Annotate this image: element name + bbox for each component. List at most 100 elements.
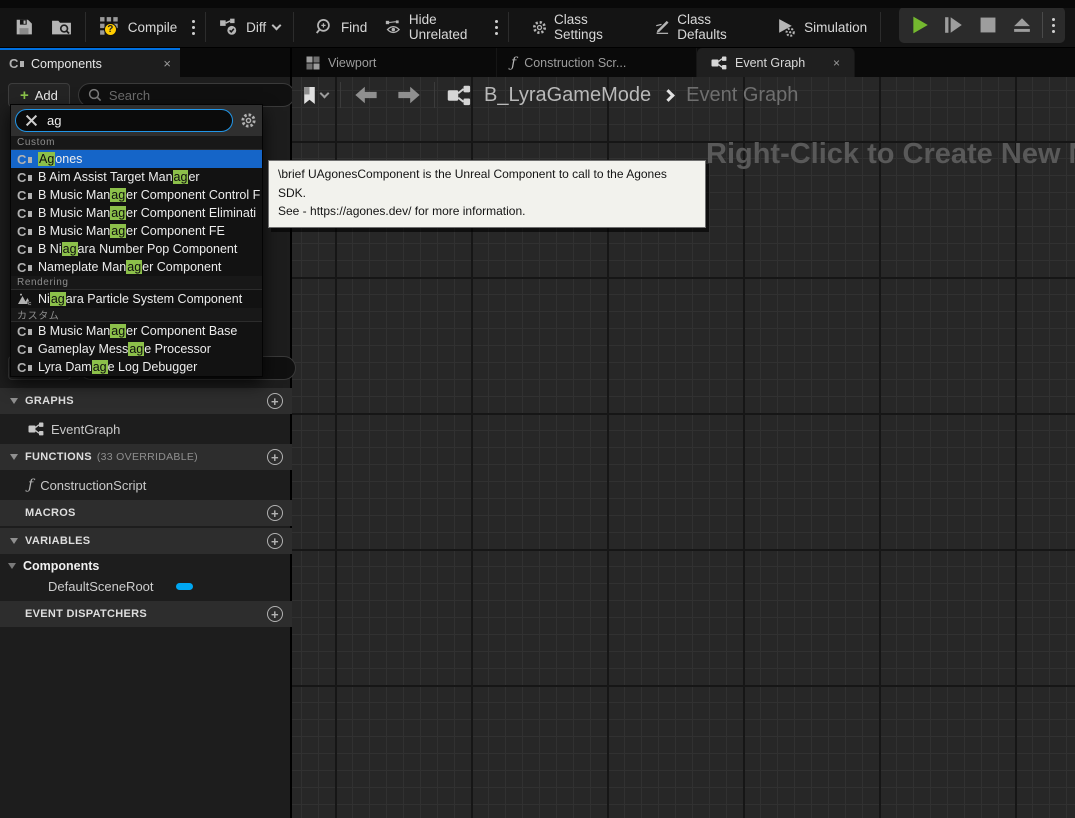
item-label: Lyra Damage Log Debugger bbox=[38, 360, 197, 374]
stop-icon bbox=[980, 17, 996, 33]
compile-button[interactable]: ? Compile bbox=[90, 11, 187, 43]
pencil-icon bbox=[654, 18, 670, 36]
section-graphs[interactable]: GRAPHS bbox=[0, 388, 292, 414]
add-variable-button[interactable] bbox=[267, 533, 283, 549]
dropdown-item[interactable]: B Music Manager Component FE bbox=[11, 222, 262, 240]
event-graph-tab-label: Event Graph bbox=[735, 56, 805, 70]
item-label: B Music Manager Component Eliminati bbox=[38, 206, 256, 220]
tab-construction-script[interactable]: ƒ Construction Scr... bbox=[497, 48, 697, 77]
dropdown-gear-icon[interactable] bbox=[240, 112, 257, 129]
diff-label: Diff bbox=[246, 20, 266, 35]
browse-button[interactable] bbox=[42, 11, 81, 43]
gear-icon bbox=[532, 18, 547, 37]
eventgraph-label: EventGraph bbox=[51, 422, 120, 437]
functions-label: FUNCTIONS bbox=[25, 451, 92, 463]
class-defaults-label: Class Defaults bbox=[677, 12, 746, 42]
clear-icon[interactable] bbox=[25, 114, 38, 127]
my-blueprint-sections: GRAPHS EventGraph FUNCTIONS (33 OVERRIDA… bbox=[0, 388, 292, 629]
chevron-down-icon bbox=[320, 88, 330, 98]
class-defaults-button[interactable]: Class Defaults bbox=[645, 11, 755, 43]
item-label: Niagara Particle System Component bbox=[38, 292, 242, 306]
component-icon bbox=[17, 343, 32, 356]
close-icon[interactable]: × bbox=[163, 56, 171, 71]
components-tab-title: Components bbox=[31, 57, 102, 71]
frame-skip-button[interactable] bbox=[937, 10, 971, 40]
function-item-constructionscript[interactable]: ƒ ConstructionScript bbox=[0, 472, 292, 498]
tab-components[interactable]: Components × bbox=[0, 48, 180, 77]
find-label: Find bbox=[341, 20, 367, 35]
hide-unrelated-button[interactable]: Hide Unrelated bbox=[376, 11, 489, 43]
variable-type-pill[interactable] bbox=[176, 583, 193, 590]
nav-forward-arrow-icon[interactable] bbox=[396, 85, 422, 105]
constructionscript-label: ConstructionScript bbox=[40, 478, 146, 493]
components-search-input[interactable] bbox=[109, 88, 285, 103]
close-icon[interactable]: × bbox=[833, 56, 840, 70]
dropdown-item[interactable]: B Music Manager Component Eliminati bbox=[11, 204, 262, 222]
diff-button[interactable]: Diff bbox=[210, 11, 289, 43]
eject-button[interactable] bbox=[1005, 10, 1039, 40]
dropdown-search-input[interactable] bbox=[47, 113, 223, 128]
nav-separator bbox=[340, 82, 341, 108]
section-event-dispatchers[interactable]: EVENT DISPATCHERS bbox=[0, 601, 292, 627]
tab-viewport[interactable]: Viewport bbox=[292, 48, 497, 77]
compile-options-menu[interactable] bbox=[186, 11, 201, 43]
add-graph-button[interactable] bbox=[267, 393, 283, 409]
compile-label: Compile bbox=[128, 20, 178, 35]
breadcrumb-current: Event Graph bbox=[686, 84, 798, 107]
component-icon bbox=[17, 153, 32, 166]
graph-item-eventgraph[interactable]: EventGraph bbox=[0, 416, 292, 442]
search-icon bbox=[315, 18, 334, 37]
bookmarks-button[interactable] bbox=[302, 86, 328, 105]
chevron-down-icon bbox=[272, 20, 282, 30]
viewport-icon bbox=[306, 56, 320, 70]
left-tab-strip: Components × bbox=[0, 48, 290, 77]
dropdown-item[interactable]: B Aim Assist Target Manager bbox=[11, 168, 262, 186]
dropdown-item[interactable]: Nameplate Manager Component bbox=[11, 258, 262, 276]
dropdown-item[interactable]: Lyra Damage Log Debugger bbox=[11, 358, 262, 376]
class-settings-button[interactable]: Class Settings bbox=[523, 11, 631, 43]
section-functions[interactable]: FUNCTIONS (33 OVERRIDABLE) bbox=[0, 444, 292, 470]
save-icon bbox=[15, 18, 33, 36]
collapse-triangle-icon bbox=[8, 563, 16, 569]
dropdown-item-agones[interactable]: Agones bbox=[11, 150, 262, 168]
variables-group-label: Components bbox=[23, 559, 99, 573]
dropdown-item[interactable]: B Niagara Number Pop Component bbox=[11, 240, 262, 258]
graphs-label: GRAPHS bbox=[25, 395, 74, 407]
event-dispatchers-label: EVENT DISPATCHERS bbox=[25, 608, 147, 620]
construction-tab-label: Construction Scr... bbox=[524, 56, 626, 70]
collapse-triangle-icon bbox=[10, 398, 18, 404]
components-panel: Components × + Add + ADD bbox=[0, 48, 292, 818]
variables-group-components[interactable]: Components bbox=[0, 556, 292, 576]
breadcrumb-root[interactable]: B_LyraGameMode bbox=[484, 84, 651, 107]
breadcrumb-chevron-icon bbox=[662, 89, 675, 102]
find-in-browser-icon bbox=[51, 18, 72, 36]
tab-event-graph[interactable]: Event Graph × bbox=[697, 48, 855, 77]
frame-skip-icon bbox=[944, 16, 964, 34]
add-macro-button[interactable] bbox=[267, 505, 283, 521]
add-event-dispatcher-button[interactable] bbox=[267, 606, 283, 622]
dropdown-item[interactable]: Gameplay Message Processor bbox=[11, 340, 262, 358]
section-variables[interactable]: VARIABLES bbox=[0, 528, 292, 554]
dropdown-search-field[interactable] bbox=[15, 109, 233, 132]
nav-back-arrow-icon[interactable] bbox=[353, 85, 379, 105]
component-icon bbox=[17, 225, 32, 238]
simulation-button[interactable]: Simulation bbox=[767, 11, 876, 43]
play-options-menu[interactable] bbox=[1046, 9, 1061, 41]
dropdown-item[interactable]: B Music Manager Component Base bbox=[11, 322, 262, 340]
add-function-button[interactable] bbox=[267, 449, 283, 465]
dropdown-item[interactable]: C Niagara Particle System Component bbox=[11, 290, 262, 308]
dropdown-category: カスタム bbox=[11, 308, 262, 322]
find-button[interactable]: Find bbox=[306, 11, 376, 43]
variable-item-defaultsceneroot[interactable]: DefaultSceneRoot bbox=[0, 576, 292, 596]
dropdown-item[interactable]: B Music Manager Component Control F bbox=[11, 186, 262, 204]
stop-button[interactable] bbox=[971, 10, 1005, 40]
play-group-separator bbox=[1042, 12, 1043, 38]
component-icon bbox=[17, 171, 32, 184]
save-button[interactable] bbox=[6, 11, 42, 43]
function-icon: ƒ bbox=[28, 478, 33, 492]
viewport-tab-label: Viewport bbox=[328, 56, 376, 70]
section-macros[interactable]: MACROS bbox=[0, 500, 292, 526]
play-button[interactable] bbox=[903, 10, 937, 40]
nav-separator bbox=[434, 82, 435, 108]
hide-unrelated-options-menu[interactable] bbox=[489, 11, 504, 43]
